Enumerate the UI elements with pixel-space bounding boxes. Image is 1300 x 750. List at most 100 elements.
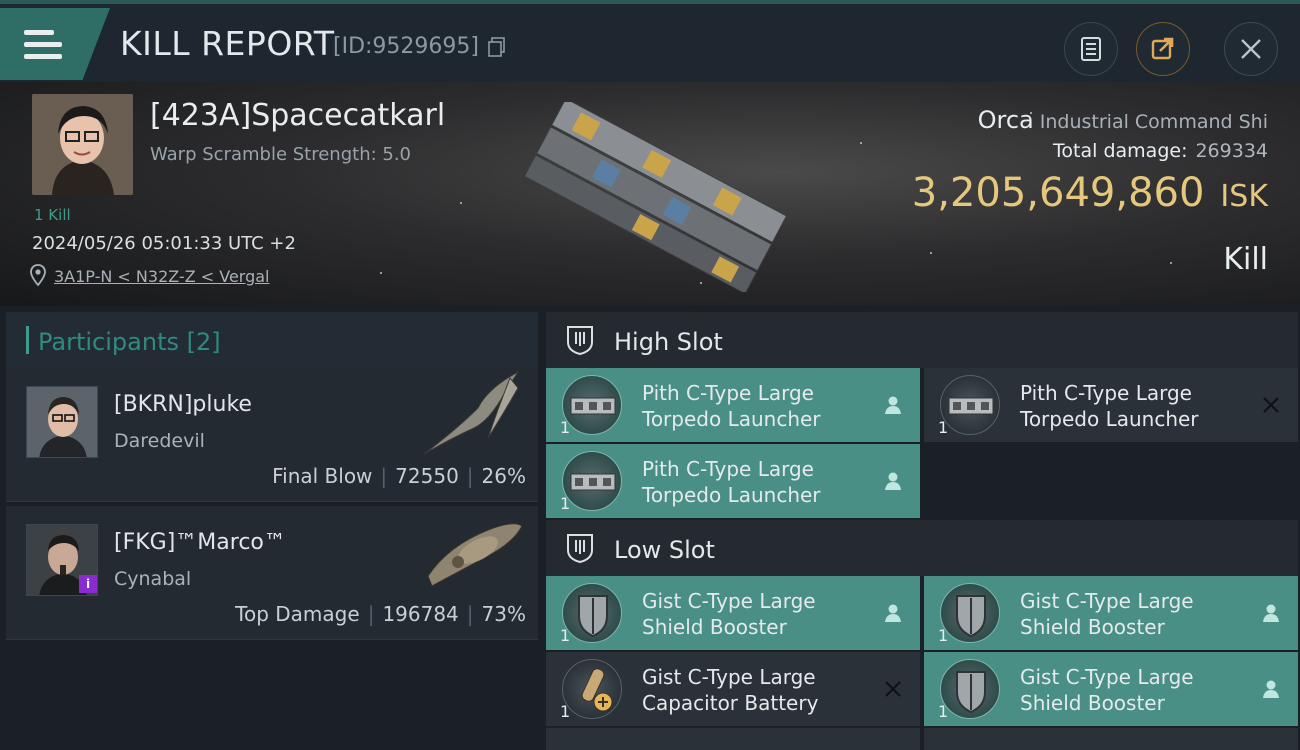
isk-unit: ISK <box>1220 179 1268 214</box>
location-pin-icon <box>30 264 46 286</box>
participant-name[interactable]: [BKRN]pluke <box>114 392 252 417</box>
participant-stats: Top Damage | 196784 | 73% <box>235 602 526 626</box>
module-name: Gist C-Type Large Shield Booster <box>642 589 816 639</box>
participant-avatar[interactable]: i <box>26 524 98 596</box>
participant-avatar[interactable] <box>26 386 98 458</box>
dropped-person-icon <box>885 604 901 622</box>
close-icon <box>1241 39 1261 59</box>
torpedo-launcher-icon <box>562 375 622 435</box>
dropped-person-icon <box>1263 680 1279 698</box>
participant-name[interactable]: [FKG]™Marco™ <box>114 530 286 555</box>
module-quantity: 1 <box>560 418 571 437</box>
torpedo-launcher-icon <box>940 375 1000 435</box>
total-damage-value: 269334 <box>1195 140 1268 162</box>
victim-portrait[interactable] <box>32 94 133 195</box>
participant-damage: 72550 <box>395 464 459 488</box>
capacitor-battery-icon <box>562 659 622 719</box>
participants-header: Participants [2] <box>6 312 538 368</box>
low-slot-icon <box>567 534 593 564</box>
high-slot-title: High Slot <box>614 328 723 356</box>
victim-ship-type[interactable]: Orca Industrial Command Shi <box>978 106 1268 134</box>
torpedo-launcher-icon <box>562 451 622 511</box>
module-name: Pith C-Type Large Torpedo Launcher <box>642 457 821 507</box>
page-title: KILL REPORT <box>120 24 335 63</box>
low-slot-title: Low Slot <box>614 536 715 564</box>
participant-ship-image <box>427 523 523 587</box>
victim-avatar-image <box>32 94 133 195</box>
victim-ship-image <box>523 102 788 292</box>
module-item[interactable]: 1 Pith C-Type Large Torpedo Launcher <box>546 368 920 442</box>
share-icon <box>1151 37 1174 60</box>
result-label: Kill <box>1223 242 1268 277</box>
module-quantity: 1 <box>560 702 571 721</box>
module-name: Pith C-Type Large Torpedo Launcher <box>1020 381 1199 431</box>
report-id: [ID:9529695] <box>333 34 479 59</box>
participant-damage: 196784 <box>382 602 459 626</box>
destroyed-x-icon <box>885 681 901 697</box>
document-icon <box>1081 37 1101 61</box>
dropped-person-icon <box>1263 604 1279 622</box>
module-item-partial[interactable] <box>546 728 920 750</box>
module-item[interactable]: 1 Gist C-Type Large Shield Booster <box>546 576 920 650</box>
kill-location-link[interactable]: 3A1P-N < N32Z-Z < Vergal <box>54 267 270 286</box>
ship-name: Orca <box>977 106 1034 134</box>
participant-label: Top Damage <box>235 602 360 626</box>
high-slot-icon <box>567 326 593 356</box>
participants-count: [2] <box>186 328 221 356</box>
participants-title: Participants [2] <box>38 328 221 356</box>
dropped-person-icon <box>885 472 901 490</box>
module-item[interactable]: 1 Gist C-Type Large Capacitor Battery <box>546 652 920 726</box>
low-slot-header: Low Slot <box>546 520 1298 576</box>
participant-row[interactable]: i [FKG]™Marco™ Cynabal Top Damage | 196784… <box>6 506 538 640</box>
participants-label: Participants <box>38 328 179 356</box>
high-slot-header: High Slot <box>546 312 1298 368</box>
warp-scramble-strength: Warp Scramble Strength: 5.0 <box>150 144 412 165</box>
total-damage: Total damage: 269334 <box>1053 140 1268 162</box>
copy-icon[interactable] <box>488 37 506 57</box>
ship-class: Industrial Command Shi <box>1039 111 1268 133</box>
shield-booster-icon <box>562 583 622 643</box>
header-accent-bar <box>26 326 29 354</box>
module-name: Gist C-Type Large Shield Booster <box>1020 589 1194 639</box>
module-item[interactable]: 1 Gist C-Type Large Shield Booster <box>924 652 1298 726</box>
menu-tab[interactable] <box>0 8 110 80</box>
module-item-partial[interactable] <box>924 728 1298 750</box>
shield-booster-icon <box>940 583 1000 643</box>
participants-panel: Participants [2] [BKRN]pluke Daredevil F… <box>0 306 540 750</box>
participant-stats: Final Blow | 72550 | 26% <box>272 464 526 488</box>
module-name: Gist C-Type Large Capacitor Battery <box>642 665 819 715</box>
isk-amount: 3,205,649,860 <box>911 170 1205 216</box>
participant-row[interactable]: [BKRN]pluke Daredevil Final Blow | 72550 | 2… <box>6 368 538 502</box>
module-quantity: 1 <box>938 626 949 645</box>
shield-booster-icon <box>940 659 1000 719</box>
module-name: Gist C-Type Large Shield Booster <box>1020 665 1194 715</box>
close-button[interactable] <box>1224 22 1278 76</box>
participant-ship-image <box>423 370 520 455</box>
info-badge-icon: i <box>79 575 97 593</box>
share-button[interactable] <box>1136 22 1190 76</box>
kill-datetime: 2024/05/26 05:01:33 UTC +2 <box>32 233 296 254</box>
module-item[interactable]: 1 Pith C-Type Large Torpedo Launcher <box>546 444 920 518</box>
isk-value: 3,205,649,860 ISK <box>912 170 1268 216</box>
participant-percent: 73% <box>481 602 526 626</box>
fitting-panel: High Slot 1 Pith C-Type Large Torpedo Lau… <box>540 306 1300 750</box>
module-item[interactable]: 1 Pith C-Type Large Torpedo Launcher <box>924 368 1298 442</box>
dropped-person-icon <box>885 396 901 414</box>
header-bar: KILL REPORT [ID:9529695] <box>0 0 1300 82</box>
participant-percent: 26% <box>481 464 526 488</box>
hamburger-menu-icon[interactable] <box>24 30 62 60</box>
victim-name[interactable]: [423A]Spacecatkarl <box>150 98 445 133</box>
module-item[interactable]: 1 Gist C-Type Large Shield Booster <box>924 576 1298 650</box>
module-name: Pith C-Type Large Torpedo Launcher <box>642 381 821 431</box>
module-quantity: 1 <box>560 494 571 513</box>
destroyed-x-icon <box>1263 397 1279 413</box>
kill-count: 1 Kill <box>34 206 71 224</box>
module-quantity: 1 <box>938 418 949 437</box>
participant-ship: Daredevil <box>114 430 205 452</box>
module-quantity: 1 <box>938 702 949 721</box>
victim-banner: [423A]Spacecatkarl Warp Scramble Strengt… <box>0 82 1300 306</box>
document-button[interactable] <box>1064 22 1118 76</box>
participant-avatar-image <box>27 387 97 457</box>
total-damage-label: Total damage: <box>1053 140 1188 162</box>
module-quantity: 1 <box>560 626 571 645</box>
